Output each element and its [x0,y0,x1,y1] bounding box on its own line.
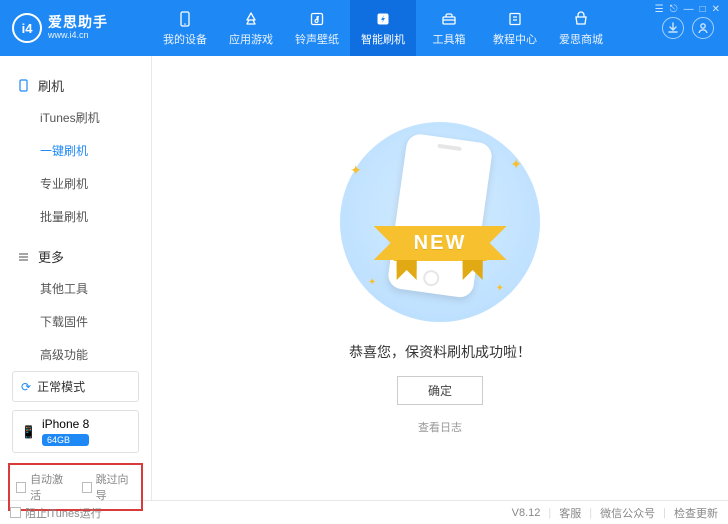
sidebar-group-0[interactable]: 刷机 [0,70,151,101]
sidebar-item-1-2[interactable]: 高级功能 [0,338,151,371]
footer-link-support[interactable]: 客服 [559,505,581,521]
main-content: ✦ ✦ ✦ ✦ NEW 恭喜您，保资料刷机成功啦！ 确定 查看日志 [152,56,728,500]
option-label: 自动激活 [30,471,69,503]
nav-tab-label: 智能刷机 [361,31,405,47]
nav-tab-label: 工具箱 [433,31,466,47]
brand-logo-icon: i4 [12,13,42,43]
footer-link-wechat[interactable]: 微信公众号 [600,505,655,521]
sidebar-group-1[interactable]: 更多 [0,241,151,272]
brand-title: 爱思助手 [48,15,108,30]
sidebar-item-0-1[interactable]: 一键刷机 [0,134,151,167]
sidebar-item-0-0[interactable]: iTunes刷机 [0,101,151,134]
device-mode-label: 正常模式 [37,378,85,395]
device-capacity-badge: 64GB [42,434,89,446]
option-checkbox-0[interactable]: 自动激活 [16,471,70,503]
sidebar-group-title: 更多 [38,247,64,266]
sidebar-item-0-3[interactable]: 批量刷机 [0,200,151,233]
nav-tab-label: 我的设备 [163,31,207,47]
nav-tab-6[interactable]: 爱思商城 [548,0,614,56]
download-icon[interactable] [662,17,684,39]
nav-tab-3[interactable]: 智能刷机 [350,0,416,56]
option-label: 跳过向导 [96,471,135,503]
flash-icon [374,10,392,28]
book-icon [506,10,524,28]
app-icon [242,10,260,28]
user-icon[interactable] [692,17,714,39]
menu-icon[interactable]: ☰ [655,4,664,15]
nav-tab-0[interactable]: 我的设备 [152,0,218,56]
phone-outline-icon [16,79,30,93]
maximize-icon[interactable]: □ [700,4,706,15]
view-log-link[interactable]: 查看日志 [418,419,462,435]
window-controls: ☰ ⎋ — □ ✕ [655,4,720,15]
phone-icon [176,10,194,28]
pin-icon[interactable]: ⎋ [670,4,678,15]
sidebar: 刷机 iTunes刷机一键刷机专业刷机批量刷机更多其他工具下载固件高级功能 ⟳ 正… [0,56,152,500]
device-mode-status[interactable]: ⟳ 正常模式 [12,371,139,402]
sidebar-item-1-0[interactable]: 其他工具 [0,272,151,305]
nav-tab-5[interactable]: 教程中心 [482,0,548,56]
app-header: i4 爱思助手 www.i4.cn 我的设备 应用游戏 铃声壁纸 智能刷机 工具箱 教程中… [0,0,728,56]
sparkle-icon: ✦ [368,277,376,288]
more-icon [16,250,30,264]
nav-tab-label: 铃声壁纸 [295,31,339,47]
nav-tab-1[interactable]: 应用游戏 [218,0,284,56]
shop-icon [572,10,590,28]
new-ribbon: NEW [394,226,487,261]
sparkle-icon: ✦ [496,283,504,294]
block-itunes-checkbox[interactable]: 阻止iTunes运行 [10,505,102,521]
refresh-icon: ⟳ [21,380,31,394]
sidebar-item-1-1[interactable]: 下载固件 [0,305,151,338]
brand-url: www.i4.cn [48,31,108,41]
confirm-button[interactable]: 确定 [397,376,483,405]
nav-tab-label: 教程中心 [493,31,537,47]
nav-tab-2[interactable]: 铃声壁纸 [284,0,350,56]
top-nav: 我的设备 应用游戏 铃声壁纸 智能刷机 工具箱 教程中心 爱思商城 [152,0,614,56]
brand: i4 爱思助手 www.i4.cn [0,13,152,43]
nav-tab-label: 爱思商城 [559,31,603,47]
success-illustration: ✦ ✦ ✦ ✦ NEW [340,122,540,322]
toolbox-icon [440,10,458,28]
music-icon [308,10,326,28]
footer-link-update[interactable]: 检查更新 [674,505,718,521]
sidebar-item-0-2[interactable]: 专业刷机 [0,167,151,200]
sparkle-icon: ✦ [510,156,522,173]
version-label: V8.12 [512,507,541,519]
device-name: iPhone 8 [42,417,89,431]
device-card[interactable]: 📱 iPhone 8 64GB [12,410,139,453]
device-icon: 📱 [21,425,36,439]
success-message: 恭喜您，保资料刷机成功啦！ [349,342,531,362]
minimize-icon[interactable]: — [684,4,694,15]
nav-tab-label: 应用游戏 [229,31,273,47]
sidebar-group-title: 刷机 [38,76,64,95]
sparkle-icon: ✦ [350,162,362,179]
close-icon[interactable]: ✕ [712,4,720,15]
option-checkbox-1[interactable]: 跳过向导 [82,471,136,503]
nav-tab-4[interactable]: 工具箱 [416,0,482,56]
